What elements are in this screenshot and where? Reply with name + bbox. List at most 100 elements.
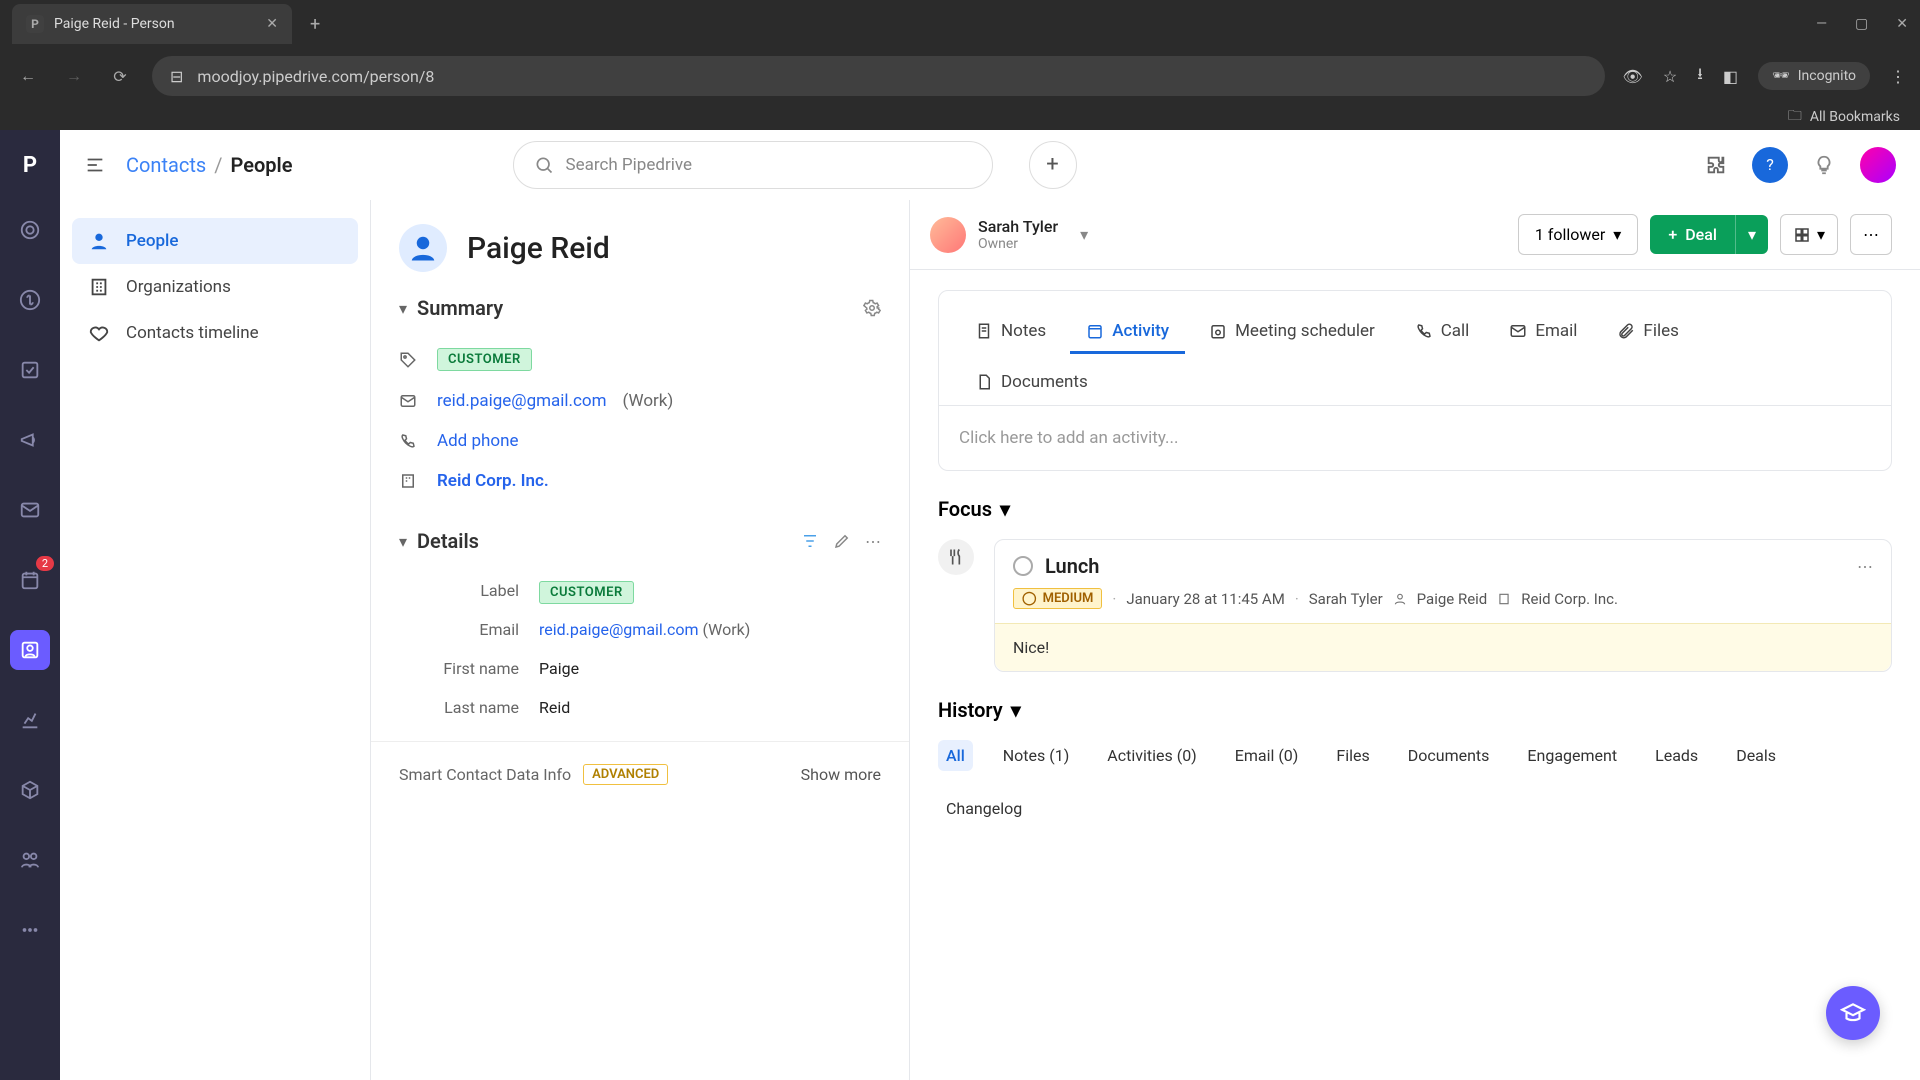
priority-dot-icon: ◯	[1022, 591, 1037, 606]
tab-label: Notes	[1001, 321, 1046, 341]
activity-note: Nice!	[995, 623, 1891, 671]
logo-icon[interactable]: P	[15, 150, 45, 180]
reload-button[interactable]: ⟳	[106, 67, 134, 86]
edit-icon[interactable]	[833, 532, 851, 551]
all-bookmarks-link[interactable]: All Bookmarks	[1810, 109, 1900, 125]
forward-button[interactable]: →	[60, 66, 88, 86]
rail-dollar-icon[interactable]	[10, 280, 50, 320]
org-link[interactable]: Reid Corp. Inc.	[437, 471, 549, 491]
chevron-down-icon[interactable]: ▾	[1080, 225, 1088, 244]
bookmarks-bar: 🗀 All Bookmarks	[0, 104, 1920, 130]
maximize-icon[interactable]: ▢	[1855, 16, 1868, 32]
rail-megaphone-icon[interactable]	[10, 420, 50, 460]
activity-when: January 28 at 11:45 AM	[1126, 590, 1285, 608]
focus-header[interactable]: Focus ▾	[938, 497, 1892, 521]
history-tab-email[interactable]: Email (0)	[1227, 740, 1307, 771]
activity-body[interactable]: Lunch ⋯ ◯ MEDIUM · January 28 at 1	[994, 539, 1892, 672]
history-tab-documents[interactable]: Documents	[1400, 740, 1498, 771]
new-tab-button[interactable]: +	[310, 14, 320, 35]
close-window-icon[interactable]: ✕	[1896, 16, 1908, 32]
close-icon[interactable]: ✕	[266, 16, 278, 32]
url-field[interactable]: ⊟ moodjoy.pipedrive.com/person/8	[152, 56, 1605, 96]
history-tab-changelog[interactable]: Changelog	[938, 793, 1030, 824]
eye-off-icon[interactable]: 👁	[1623, 67, 1643, 86]
rail-mail-icon[interactable]	[10, 490, 50, 530]
side-panel-icon[interactable]: ◧	[1723, 67, 1738, 86]
activity-input[interactable]: Click here to add an activity...	[938, 406, 1892, 471]
tab-activity[interactable]: Activity	[1070, 311, 1185, 354]
complete-checkbox[interactable]	[1013, 556, 1033, 576]
academy-fab[interactable]	[1826, 986, 1880, 1040]
show-more-link[interactable]: Show more	[801, 765, 881, 784]
history-tab-all[interactable]: All	[938, 740, 973, 771]
search-input[interactable]: Search Pipedrive	[513, 141, 993, 189]
sidebar-item-label: Contacts timeline	[126, 323, 259, 343]
rail-target-icon[interactable]	[10, 210, 50, 250]
email-link[interactable]: reid.paige@gmail.com	[437, 391, 607, 411]
breadcrumb-root[interactable]: Contacts	[126, 153, 206, 177]
details-header: ▾ Details ⋯	[399, 529, 881, 553]
help-icon[interactable]: ?	[1752, 147, 1788, 183]
email-link[interactable]: reid.paige@gmail.com	[539, 620, 699, 639]
menu-toggle-icon[interactable]	[84, 154, 106, 176]
more-icon[interactable]: ⋯	[1857, 557, 1873, 576]
customer-tag[interactable]: CUSTOMER	[539, 581, 634, 604]
deal-button[interactable]: + Deal ▾	[1650, 215, 1768, 254]
customer-tag[interactable]: CUSTOMER	[437, 348, 532, 371]
details-row-email: Email reid.paige@gmail.com (Work)	[399, 610, 881, 649]
sidebar-item-organizations[interactable]: Organizations	[72, 264, 358, 310]
deal-button-main[interactable]: + Deal	[1650, 215, 1735, 254]
window-controls: ― ▢ ✕	[1816, 16, 1908, 32]
rail-box-icon[interactable]	[10, 770, 50, 810]
minimize-icon[interactable]: ―	[1816, 16, 1827, 32]
incognito-chip[interactable]: 🕶 Incognito	[1758, 62, 1870, 90]
history-tab-deals[interactable]: Deals	[1728, 740, 1784, 771]
bookmark-star-icon[interactable]: ☆	[1663, 67, 1677, 86]
back-button[interactable]: ←	[14, 66, 42, 86]
owner-block[interactable]: Sarah Tyler Owner ▾	[930, 217, 1088, 253]
filter-icon[interactable]	[801, 532, 819, 551]
more-button[interactable]: ⋯	[1850, 214, 1892, 255]
chevron-down-icon: ▾	[1817, 225, 1825, 244]
history-tab-notes[interactable]: Notes (1)	[995, 740, 1078, 771]
more-icon[interactable]: ⋯	[865, 532, 881, 551]
lightbulb-icon[interactable]	[1806, 147, 1842, 183]
content-row: People Organizations Contacts timeline P…	[60, 200, 1920, 1080]
chevron-down-icon[interactable]: ▾	[399, 532, 407, 551]
rail-contacts-icon[interactable]	[10, 630, 50, 670]
layout-button[interactable]: ▾	[1780, 214, 1838, 255]
tab-meeting[interactable]: Meeting scheduler	[1193, 311, 1391, 354]
deal-dropdown[interactable]: ▾	[1735, 215, 1768, 254]
add-phone-link[interactable]: Add phone	[437, 431, 519, 451]
details-actions: ⋯	[801, 532, 881, 551]
tab-documents[interactable]: Documents	[959, 362, 1871, 405]
person-header: Paige Reid	[371, 200, 909, 282]
sidebar-item-timeline[interactable]: Contacts timeline	[72, 310, 358, 356]
rail-people-icon[interactable]	[10, 840, 50, 880]
browser-tab[interactable]: P Paige Reid - Person ✕	[12, 4, 292, 44]
chevron-down-icon[interactable]: ▾	[399, 299, 407, 318]
history-tab-files[interactable]: Files	[1328, 740, 1377, 771]
history-tab-engagement[interactable]: Engagement	[1519, 740, 1625, 771]
rail-more-icon[interactable]	[10, 910, 50, 950]
tab-files[interactable]: Files	[1601, 311, 1694, 354]
history-tab-activities[interactable]: Activities (0)	[1099, 740, 1204, 771]
rail-calendar-icon[interactable]: 2	[10, 560, 50, 600]
history-header[interactable]: History ▾	[938, 698, 1892, 722]
kebab-icon[interactable]: ⋮	[1890, 67, 1906, 86]
rail-chart-icon[interactable]	[10, 700, 50, 740]
site-settings-icon[interactable]: ⊟	[170, 67, 183, 86]
gear-icon[interactable]	[863, 299, 881, 317]
puzzle-icon[interactable]	[1698, 147, 1734, 183]
add-button[interactable]: +	[1029, 141, 1077, 189]
sidebar-item-people[interactable]: People	[72, 218, 358, 264]
tab-notes[interactable]: Notes	[959, 311, 1062, 354]
tab-call[interactable]: Call	[1399, 311, 1486, 354]
rail-checkbox-icon[interactable]	[10, 350, 50, 390]
priority-chip: ◯ MEDIUM	[1013, 588, 1102, 609]
download-icon[interactable]: ⭳	[1697, 63, 1703, 90]
user-avatar[interactable]	[1860, 147, 1896, 183]
followers-button[interactable]: 1 follower ▾	[1518, 214, 1639, 255]
tab-email[interactable]: Email	[1493, 311, 1593, 354]
history-tab-leads[interactable]: Leads	[1647, 740, 1706, 771]
